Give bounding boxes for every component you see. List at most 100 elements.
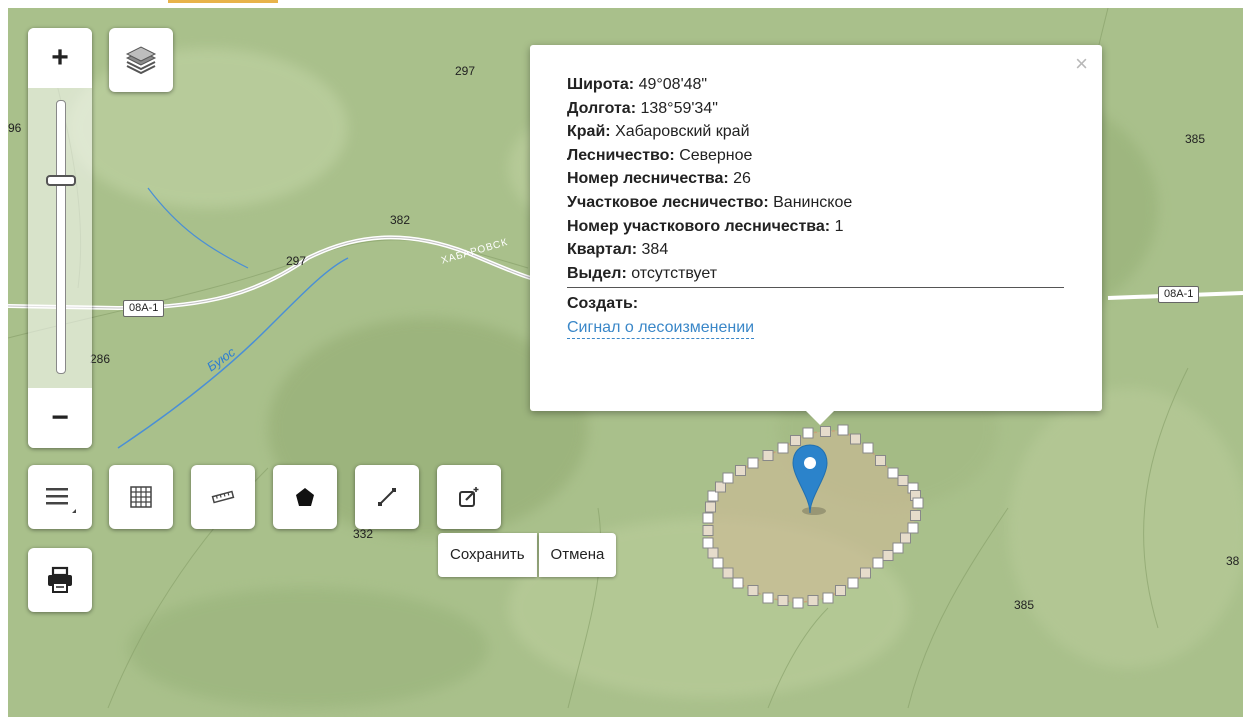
polygon-vertex-handle[interactable]	[762, 592, 774, 604]
ruler-icon	[211, 490, 235, 504]
edit-button[interactable]	[437, 465, 501, 529]
popup-row-district-forestry: Участковое лесничество: Ванинское	[567, 191, 1067, 215]
popup-tip	[806, 411, 834, 425]
popup-row-district-forestry-number: Номер участкового лесничества: 1	[567, 215, 1067, 239]
cancel-button[interactable]: Отмена	[538, 533, 617, 577]
active-tab-indicator	[168, 0, 278, 3]
popup-row-forestry: Лесничество: Северное	[567, 144, 1067, 168]
row-label: Выдел:	[567, 264, 627, 282]
polygon-vertex-handle[interactable]	[847, 577, 859, 589]
popup-row-latitude: Широта: 49°08'48"	[567, 73, 1067, 97]
row-label: Лесничество:	[567, 146, 675, 164]
row-label: Край:	[567, 123, 611, 141]
polygon-vertex-handle[interactable]	[777, 442, 789, 454]
popup-row-section: Выдел: отсутствует	[567, 262, 1067, 286]
polygon-vertex-handle[interactable]	[747, 585, 759, 596]
zoom-in-button[interactable]: +	[28, 28, 92, 88]
row-value: Ванинское	[773, 193, 853, 211]
popup-row-forestry-number: Номер лесничества: 26	[567, 167, 1067, 191]
polygon-vertex-handle[interactable]	[707, 547, 719, 559]
polygon-vertex-handle[interactable]	[732, 577, 744, 589]
row-label: Номер участкового лесничества:	[567, 217, 831, 235]
layers-button[interactable]	[109, 28, 173, 92]
polygon-vertex-handle[interactable]	[860, 567, 871, 579]
polygon-vertex-handle[interactable]	[702, 512, 714, 524]
edit-actions: Сохранить Отмена	[438, 533, 617, 577]
polygon-vertex-handle[interactable]	[900, 532, 911, 544]
row-value: отсутствует	[631, 264, 718, 282]
row-value: 384	[641, 241, 669, 259]
zoom-slider-handle[interactable]	[46, 175, 76, 186]
layers-icon	[125, 46, 157, 75]
polygon-vertex-handle[interactable]	[835, 585, 846, 596]
polygon-vertex-handle[interactable]	[762, 450, 774, 461]
row-value: Хабаровский край	[615, 123, 750, 141]
row-label: Широта:	[567, 76, 635, 93]
polygon-vertex-handle[interactable]	[897, 475, 909, 486]
polygon-vertex-handle[interactable]	[822, 592, 834, 604]
line-icon	[378, 488, 396, 506]
row-value: 49°08'48"	[638, 76, 708, 93]
polygon-vertex-handle[interactable]	[777, 595, 789, 606]
popup-row-longitude: Долгота: 138°59'34"	[567, 97, 1067, 121]
row-value: 138°59'34"	[640, 99, 718, 117]
polygon-vertex-handle[interactable]	[892, 542, 904, 554]
polygon-vertex-handle[interactable]	[912, 497, 924, 509]
popup-divider	[567, 287, 1064, 289]
popup-content: Широта: 49°08'48" Долгота: 138°59'34" Кр…	[567, 73, 1067, 340]
close-icon[interactable]: ×	[1075, 53, 1088, 75]
row-label: Долгота:	[567, 99, 637, 117]
line-button[interactable]	[355, 465, 419, 529]
polygon-vertex-handle[interactable]	[702, 525, 714, 536]
popup-row-quarter: Квартал: 384	[567, 238, 1067, 262]
polygon-vertex-handle[interactable]	[722, 472, 734, 484]
ruler-button[interactable]	[191, 465, 255, 529]
info-popup: × Широта: 49°08'48" Долгота: 138°59'34" …	[530, 45, 1102, 425]
row-label: Квартал:	[567, 241, 638, 259]
print-button[interactable]	[28, 548, 92, 612]
zoom-out-button[interactable]: −	[28, 388, 92, 448]
row-value: 26	[733, 170, 751, 188]
polygon-vertex-handle[interactable]	[872, 557, 884, 569]
polygon-vertex-handle[interactable]	[850, 433, 861, 445]
popup-row-region: Край: Хабаровский край	[567, 120, 1067, 144]
row-label: Номер лесничества:	[567, 170, 729, 188]
row-value: 1	[834, 217, 844, 235]
edit-icon	[459, 487, 479, 507]
grid-icon	[130, 486, 152, 508]
top-strip	[8, 0, 1243, 8]
row-label: Участковое лесничество:	[567, 193, 769, 211]
polygon-button[interactable]	[273, 465, 337, 529]
save-button[interactable]: Сохранить	[438, 533, 537, 577]
polygon-vertex-handle[interactable]	[820, 426, 831, 437]
zoom-control: + −	[28, 28, 92, 448]
polygon-vertex-handle[interactable]	[792, 597, 804, 609]
polygon-vertex-handle[interactable]	[862, 442, 874, 454]
polygon-icon	[296, 488, 314, 506]
row-value: Северное	[679, 146, 753, 164]
forest-change-signal-link[interactable]: Сигнал о лесоизменении	[567, 318, 755, 339]
polygon-vertex-handle[interactable]	[875, 455, 886, 466]
polygon-vertex-handle[interactable]	[910, 510, 921, 521]
popup-link-row: Сигнал о лесоизменении	[567, 316, 1067, 340]
polygon-vertex-handle[interactable]	[887, 467, 899, 479]
location-marker-icon[interactable]	[790, 441, 830, 517]
menu-icon	[46, 488, 76, 513]
polygon-vertex-handle[interactable]	[712, 557, 724, 569]
print-icon	[48, 566, 72, 593]
grid-button[interactable]	[109, 465, 173, 529]
polygon-vertex-handle[interactable]	[807, 595, 819, 606]
polygon-vertex-handle[interactable]	[837, 424, 849, 436]
polygon-vertex-handle[interactable]	[802, 427, 814, 439]
polygon-vertex-handle[interactable]	[705, 501, 716, 513]
polygon-vertex-handle[interactable]	[722, 567, 734, 579]
menu-button[interactable]	[28, 465, 92, 529]
polygon-vertex-handle[interactable]	[702, 537, 714, 549]
polygon-vertex-handle[interactable]	[747, 457, 759, 469]
polygon-vertex-handle[interactable]	[735, 465, 746, 476]
polygon-vertex-handle[interactable]	[882, 550, 894, 561]
popup-create-heading: Создать:	[567, 292, 1067, 316]
polygon-vertex-handle[interactable]	[907, 522, 919, 534]
zoom-slider-track[interactable]	[56, 100, 66, 374]
create-label: Создать:	[567, 295, 639, 313]
